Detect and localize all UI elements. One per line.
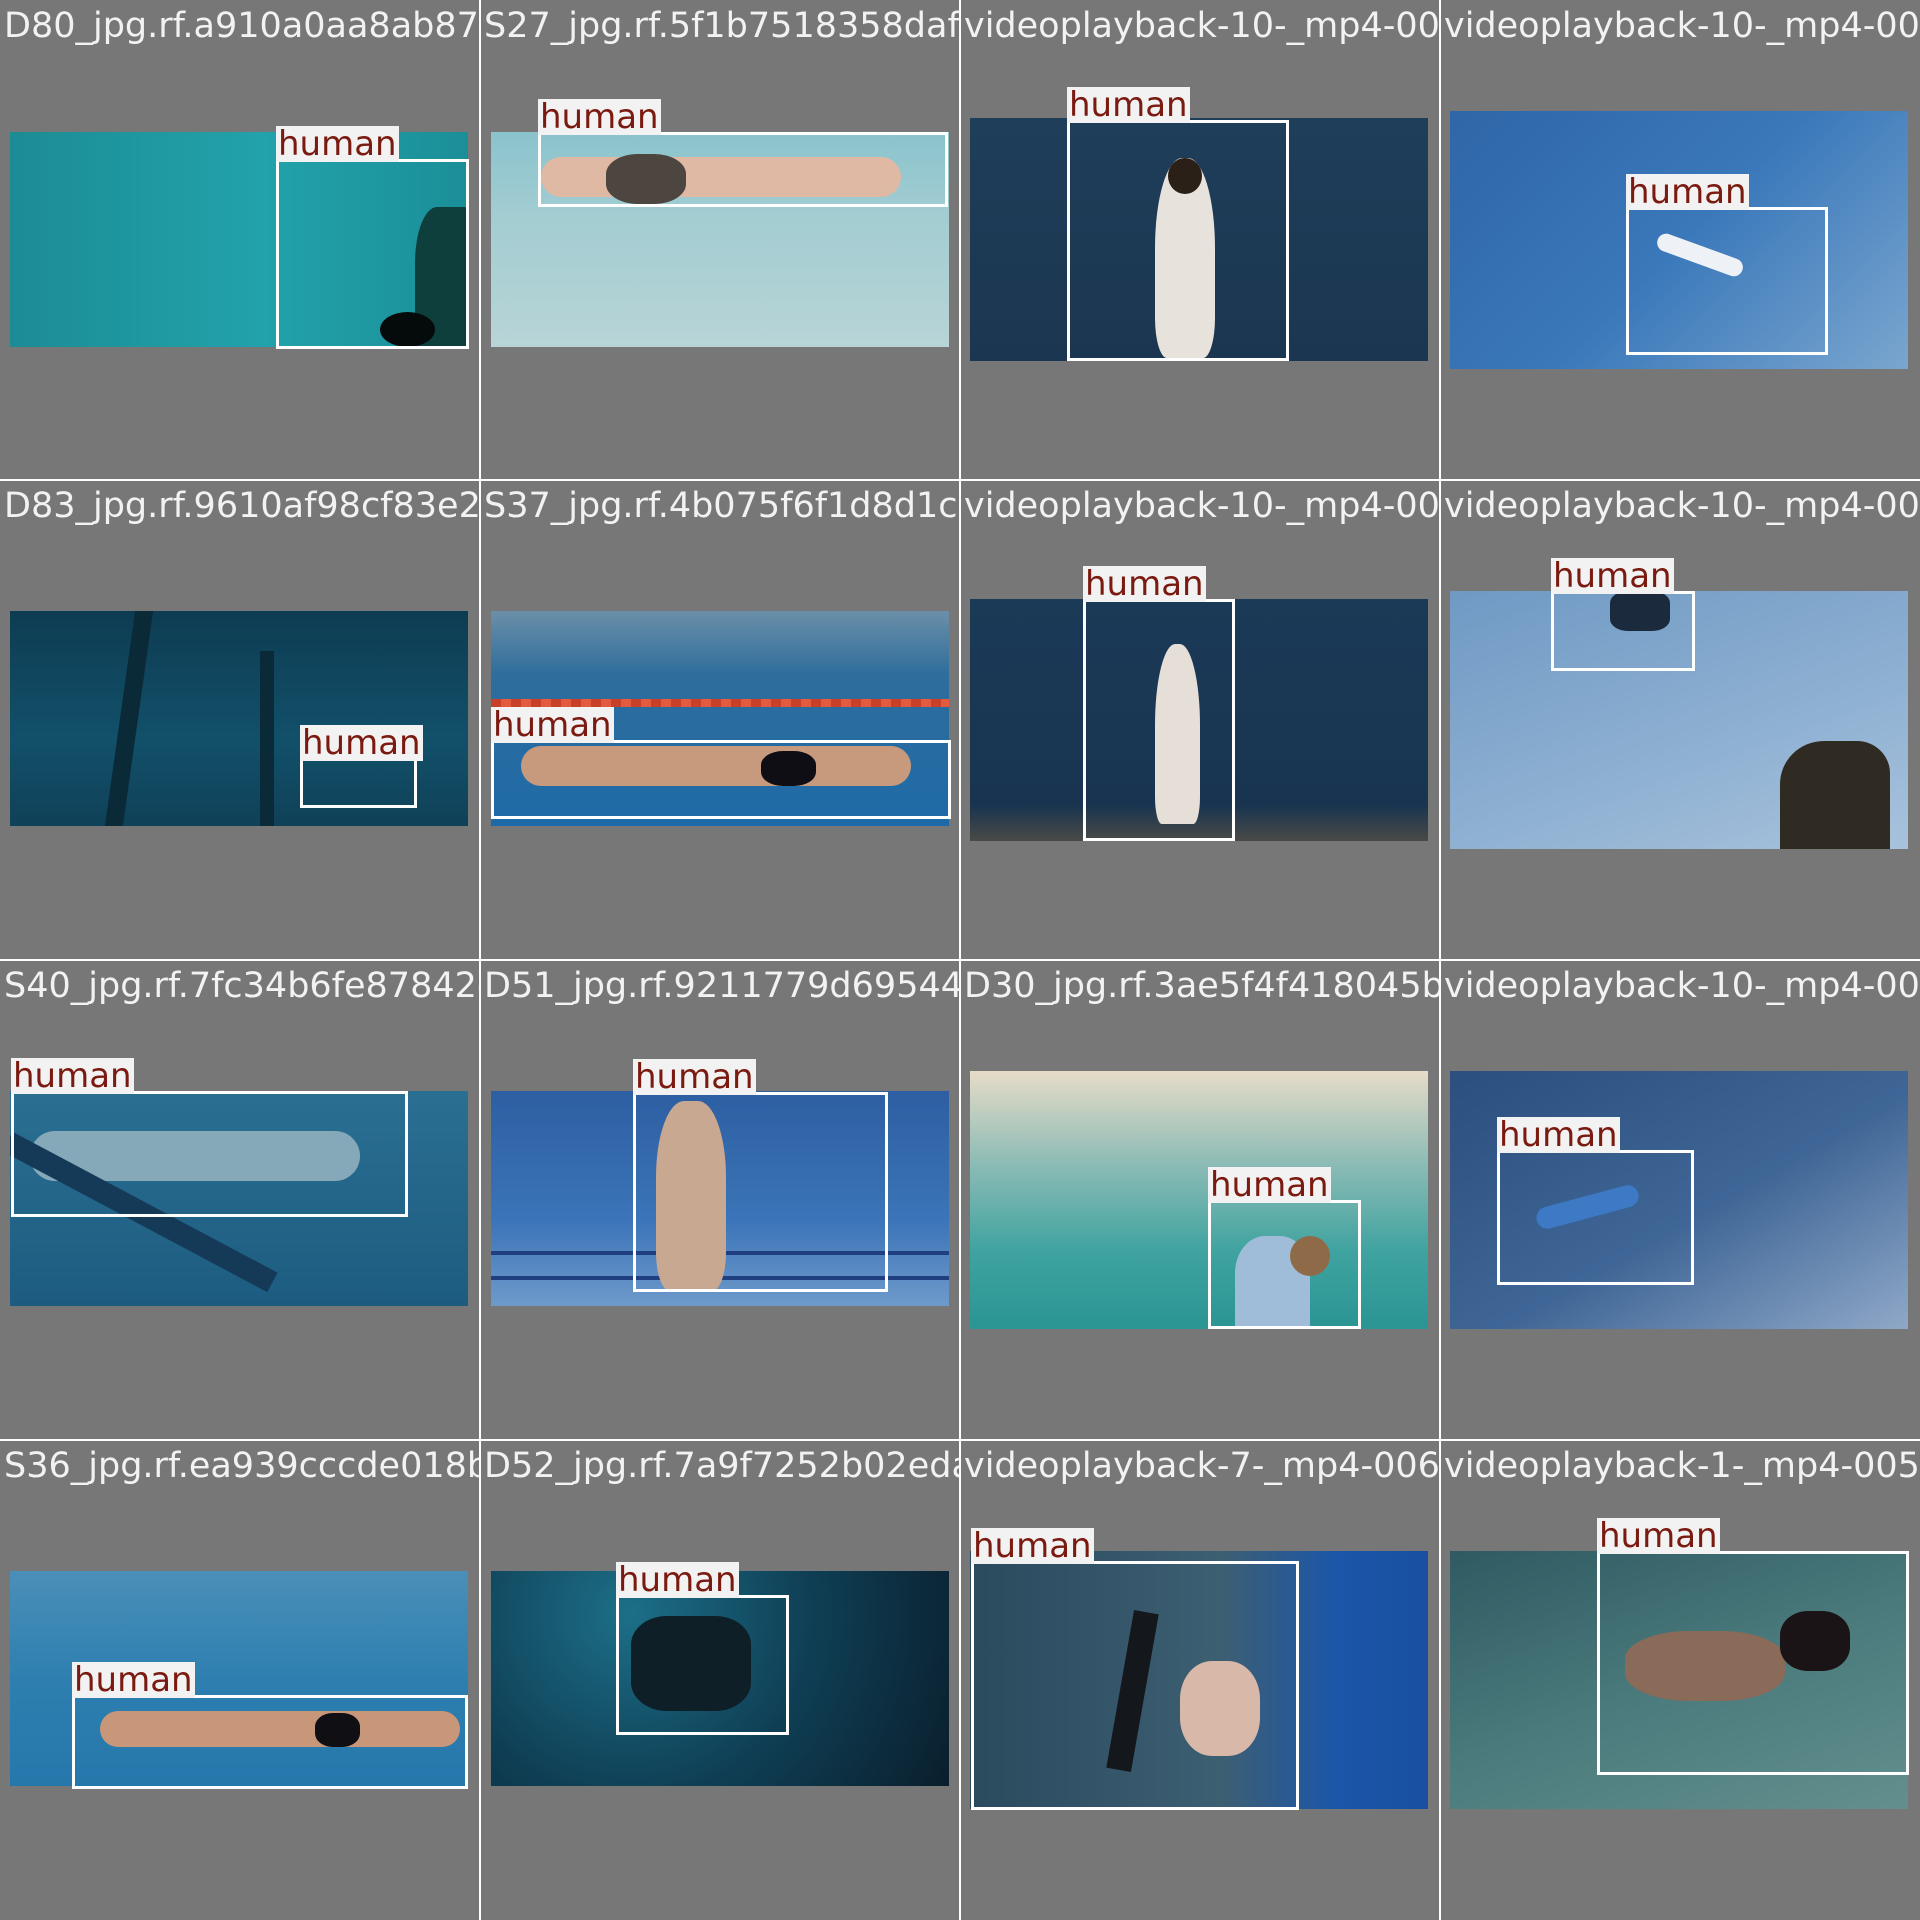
grid-tile[interactable]: S27_jpg.rf.5f1b7518358dafc4d85 human [480, 0, 960, 480]
image-grid: D80_jpg.rf.a910a0aa8ab874f327 human S27_… [0, 0, 1920, 1920]
grid-tile[interactable]: D51_jpg.rf.9211779d69544e85f human [480, 960, 960, 1440]
grid-separator [0, 1439, 1920, 1441]
detection-box: human [1597, 1518, 1909, 1775]
class-label: human [11, 1056, 134, 1096]
tile-filename: videoplayback-10-_mp4-000 [1444, 966, 1920, 1006]
tile-filename: S27_jpg.rf.5f1b7518358dafc4d85 [484, 6, 960, 46]
tile-filename: videoplayback-10-_mp4-0028 [964, 486, 1440, 526]
detection-box: human [1067, 87, 1289, 361]
grid-tile[interactable]: videoplayback-10-_mp4-000 human [1440, 960, 1920, 1440]
tile-filename: D80_jpg.rf.a910a0aa8ab874f327 [4, 6, 480, 46]
tile-filename: S37_jpg.rf.4b075f6f1d8d1c4fb [484, 486, 960, 526]
grid-tile[interactable]: D30_jpg.rf.3ae5f4f418045bab1 human [960, 960, 1440, 1440]
detection-box: human [1551, 558, 1695, 671]
class-label: human [491, 705, 614, 745]
tile-filename: S40_jpg.rf.7fc34b6fe87842e [4, 966, 480, 1006]
class-label: human [1497, 1115, 1620, 1155]
tile-filename: videoplayback-1-_mp4-0057 [1444, 1446, 1920, 1486]
grid-tile[interactable]: S36_jpg.rf.ea939cccde018b human [0, 1440, 480, 1920]
tile-filename: S36_jpg.rf.ea939cccde018b [4, 1446, 480, 1486]
detection-box: human [538, 99, 948, 207]
grid-separator [0, 959, 1920, 961]
grid-tile[interactable]: videoplayback-1-_mp4-0057 human [1440, 1440, 1920, 1920]
class-label: human [1067, 85, 1190, 125]
class-label: human [72, 1660, 195, 1700]
detection-box: human [616, 1562, 789, 1735]
detection-box: human [300, 725, 423, 808]
detection-box: human [72, 1662, 468, 1789]
detection-box: human [11, 1058, 408, 1217]
tile-filename: D30_jpg.rf.3ae5f4f418045bab1 [964, 966, 1440, 1006]
tile-filename: videoplayback-10-_mp4-002 [1444, 486, 1920, 526]
detection-box: human [491, 707, 951, 819]
grid-tile[interactable]: D52_jpg.rf.7a9f7252b02eda6 human [480, 1440, 960, 1920]
grid-tile[interactable]: D83_jpg.rf.9610af98cf83e23d human [0, 480, 480, 960]
tile-filename: videoplayback-10-_mp4-002 [1444, 6, 1920, 46]
grid-tile[interactable]: S40_jpg.rf.7fc34b6fe87842e human [0, 960, 480, 1440]
class-label: human [633, 1057, 756, 1097]
grid-tile[interactable]: S37_jpg.rf.4b075f6f1d8d1c4fb human [480, 480, 960, 960]
class-label: human [1626, 172, 1749, 212]
detection-box: human [276, 126, 469, 349]
grid-tile[interactable]: videoplayback-10-_mp4-002 human [1440, 480, 1920, 960]
class-label: human [300, 723, 423, 763]
class-label: human [1597, 1516, 1720, 1556]
detection-box: human [1626, 174, 1828, 355]
detection-box: human [633, 1059, 888, 1292]
grid-tile[interactable]: videoplayback-10-_mp4-0026 human [960, 0, 1440, 480]
class-label: human [1551, 556, 1674, 596]
class-label: human [1208, 1165, 1331, 1205]
grid-tile[interactable]: videoplayback-10-_mp4-002 human [1440, 0, 1920, 480]
grid-tile[interactable]: videoplayback-7-_mp4-0066 human [960, 1440, 1440, 1920]
class-label: human [276, 124, 399, 164]
class-label: human [616, 1560, 739, 1600]
detection-box: human [1208, 1167, 1361, 1329]
detection-box: human [1083, 566, 1235, 841]
grid-separator [0, 479, 1920, 481]
class-label: human [538, 97, 661, 137]
grid-tile[interactable]: videoplayback-10-_mp4-0028 human [960, 480, 1440, 960]
detection-box: human [971, 1528, 1299, 1810]
grid-tile[interactable]: D80_jpg.rf.a910a0aa8ab874f327 human [0, 0, 480, 480]
tile-filename: videoplayback-7-_mp4-0066 [964, 1446, 1440, 1486]
tile-filename: D51_jpg.rf.9211779d69544e85f [484, 966, 960, 1006]
class-label: human [971, 1526, 1094, 1566]
tile-filename: videoplayback-10-_mp4-0026 [964, 6, 1440, 46]
tile-filename: D83_jpg.rf.9610af98cf83e23d [4, 486, 480, 526]
detection-box: human [1497, 1117, 1694, 1285]
tile-filename: D52_jpg.rf.7a9f7252b02eda6 [484, 1446, 960, 1486]
class-label: human [1083, 564, 1206, 604]
